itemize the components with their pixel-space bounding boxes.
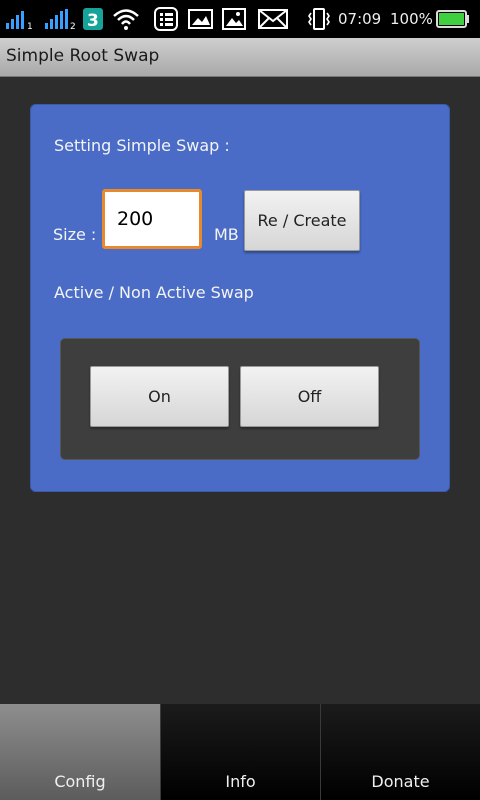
signal-2-icon: 2 [45, 0, 75, 38]
active-swap-heading: Active / Non Active Swap [54, 283, 254, 302]
wifi-icon [112, 0, 140, 38]
bottom-tab-bar: Config Info Donate [0, 704, 480, 800]
status-bar: 1 2 3 07:09 100% [0, 0, 480, 38]
image-notification-icon [188, 0, 214, 38]
swap-off-button[interactable]: Off [240, 366, 379, 427]
battery-icon [436, 0, 470, 38]
tab-donate-label: Donate [371, 772, 430, 791]
settings-heading: Setting Simple Swap : [54, 136, 230, 155]
swap-on-button[interactable]: On [90, 366, 229, 427]
tab-info[interactable]: Info [160, 704, 320, 800]
notes-icon [154, 0, 178, 38]
three-network-icon: 3 [83, 0, 105, 38]
swap-toggle-box: On Off [60, 338, 420, 460]
app-title: Simple Root Swap [6, 46, 160, 66]
recreate-button[interactable]: Re / Create [244, 190, 360, 251]
svg-text:2: 2 [70, 22, 75, 32]
swap-settings-panel: Setting Simple Swap : Size : MB Re / Cre… [30, 104, 450, 492]
tab-donate[interactable]: Donate [320, 704, 480, 800]
vibrate-icon [306, 0, 332, 38]
battery-percent: 100% [390, 10, 433, 28]
svg-text:1: 1 [27, 22, 33, 32]
picture-icon [222, 0, 246, 38]
tab-info-label: Info [225, 772, 256, 791]
swap-size-input[interactable] [102, 189, 202, 249]
mail-icon [258, 0, 288, 38]
signal-1-icon: 1 [6, 0, 34, 38]
clock: 07:09 [338, 10, 382, 28]
app-title-bar: Simple Root Swap [0, 38, 480, 77]
size-unit-label: MB [214, 225, 239, 244]
svg-text:3: 3 [87, 11, 99, 31]
tab-config[interactable]: Config [0, 704, 160, 800]
tab-config-label: Config [54, 772, 106, 791]
size-label: Size : [53, 225, 97, 244]
